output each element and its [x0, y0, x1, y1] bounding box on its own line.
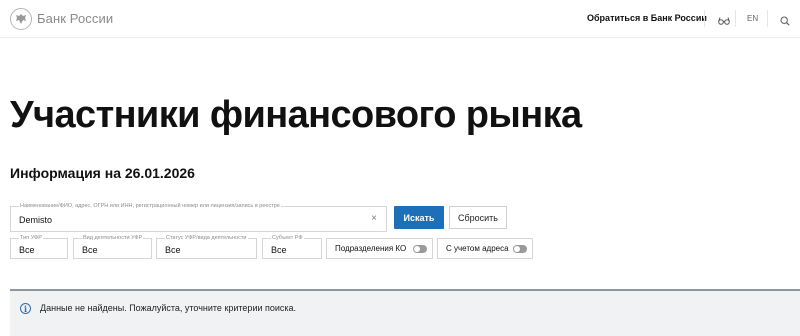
glasses-icon[interactable] — [718, 13, 730, 31]
subject-filter[interactable]: Субъект РФ Все — [262, 234, 322, 259]
address-toggle-label: С учетом адреса — [446, 244, 509, 253]
subject-filter-label: Субъект РФ — [271, 234, 304, 242]
branches-toggle-label: Подразделения КО — [335, 244, 407, 253]
subject-filter-value[interactable]: Все — [271, 245, 287, 255]
search-input-label: Наименование/ФИО, адрес, ОГРН или ИНН, р… — [19, 202, 281, 210]
page-title: Участники финансового рынка — [10, 94, 582, 136]
language-switch[interactable]: EN — [747, 14, 758, 23]
type-filter-value[interactable]: Все — [19, 245, 35, 255]
status-filter-label: Статус УФР/вида деятельности — [165, 234, 248, 242]
branches-toggle[interactable] — [413, 245, 427, 253]
header-divider — [704, 10, 705, 27]
header-divider — [735, 10, 736, 27]
type-filter-label: Тип УФР — [19, 234, 43, 242]
activity-filter-label: Вид деятельности УФР — [82, 234, 144, 242]
bank-emblem-icon[interactable] — [10, 8, 32, 30]
search-input[interactable]: Наименование/ФИО, адрес, ОГРН или ИНН, р… — [10, 202, 387, 232]
logo-text[interactable]: Банк России — [37, 11, 113, 26]
clear-icon[interactable]: × — [371, 214, 377, 224]
info-date-heading: Информация на 26.01.2026 — [10, 165, 195, 181]
activity-filter[interactable]: Вид деятельности УФР Все — [73, 234, 152, 259]
branches-toggle-box[interactable]: Подразделения КО — [326, 238, 433, 259]
type-filter[interactable]: Тип УФР Все — [10, 234, 68, 259]
address-toggle-box[interactable]: С учетом адреса — [437, 238, 533, 259]
header-divider — [767, 10, 768, 27]
search-button[interactable]: Искать — [394, 206, 444, 229]
contact-bank-link[interactable]: Обратиться в Банк России — [587, 13, 707, 23]
status-filter[interactable]: Статус УФР/вида деятельности Все — [156, 234, 257, 259]
activity-filter-value[interactable]: Все — [82, 245, 98, 255]
status-filter-value[interactable]: Все — [165, 245, 181, 255]
info-icon: i — [20, 303, 31, 314]
search-input-value[interactable]: Demisto — [19, 215, 52, 225]
address-toggle[interactable] — [513, 245, 527, 253]
no-results-message: Данные не найдены. Пожалуйста, уточните … — [40, 303, 297, 313]
reset-button[interactable]: Сбросить — [449, 206, 507, 229]
search-icon[interactable] — [780, 13, 790, 31]
